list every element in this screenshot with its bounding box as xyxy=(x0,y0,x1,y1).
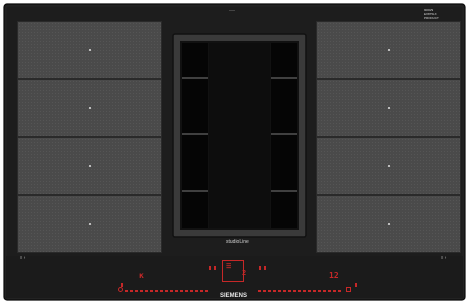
zone-marker-icon xyxy=(387,49,390,51)
vent-flap xyxy=(209,43,270,228)
right-power-marks: ≡ ↑ xyxy=(441,255,447,260)
zone-marker-icon xyxy=(387,165,390,167)
zone-marker-icon xyxy=(88,107,91,109)
right-zone-1[interactable] xyxy=(316,21,461,79)
brand-logo: SIEMENS xyxy=(220,293,248,299)
left-zone-4[interactable] xyxy=(17,195,162,253)
vent-grid-left xyxy=(182,43,208,228)
indicator-led xyxy=(209,266,211,270)
power-button-icon[interactable] xyxy=(118,287,123,292)
top-model-label: —— xyxy=(229,8,235,12)
right-power-slider[interactable] xyxy=(258,290,343,292)
left-zone-readout: ĸ xyxy=(139,271,144,280)
left-zone-1[interactable] xyxy=(17,21,162,79)
zone-marker-icon xyxy=(387,107,390,109)
right-zone-4[interactable] xyxy=(316,195,461,253)
center-level-readout: 2 xyxy=(242,269,247,277)
zone-marker-icon xyxy=(88,223,91,225)
center-mode-marks: ☰ xyxy=(226,263,232,270)
left-zone-3[interactable] xyxy=(17,137,162,195)
left-power-marks: ≡ ↑ xyxy=(20,255,26,260)
vent-grid-right xyxy=(271,43,297,228)
left-zone-2[interactable] xyxy=(17,79,162,137)
lock-button-icon[interactable] xyxy=(346,287,351,292)
zone-marker-icon xyxy=(88,165,91,167)
zone-marker-icon xyxy=(88,49,91,51)
right-zone-readout: 12 xyxy=(329,271,339,280)
left-power-slider[interactable] xyxy=(125,290,210,292)
corner-label-3: PRODUCT xyxy=(424,16,439,20)
indicator-led xyxy=(355,283,357,287)
right-zone-2[interactable] xyxy=(316,79,461,137)
zone-marker-icon xyxy=(387,223,390,225)
indicator-led xyxy=(214,266,216,270)
right-zone-3[interactable] xyxy=(316,137,461,195)
indicator-led xyxy=(259,266,261,270)
studioline-label: studioLine xyxy=(226,239,249,245)
indicator-led xyxy=(264,266,266,270)
